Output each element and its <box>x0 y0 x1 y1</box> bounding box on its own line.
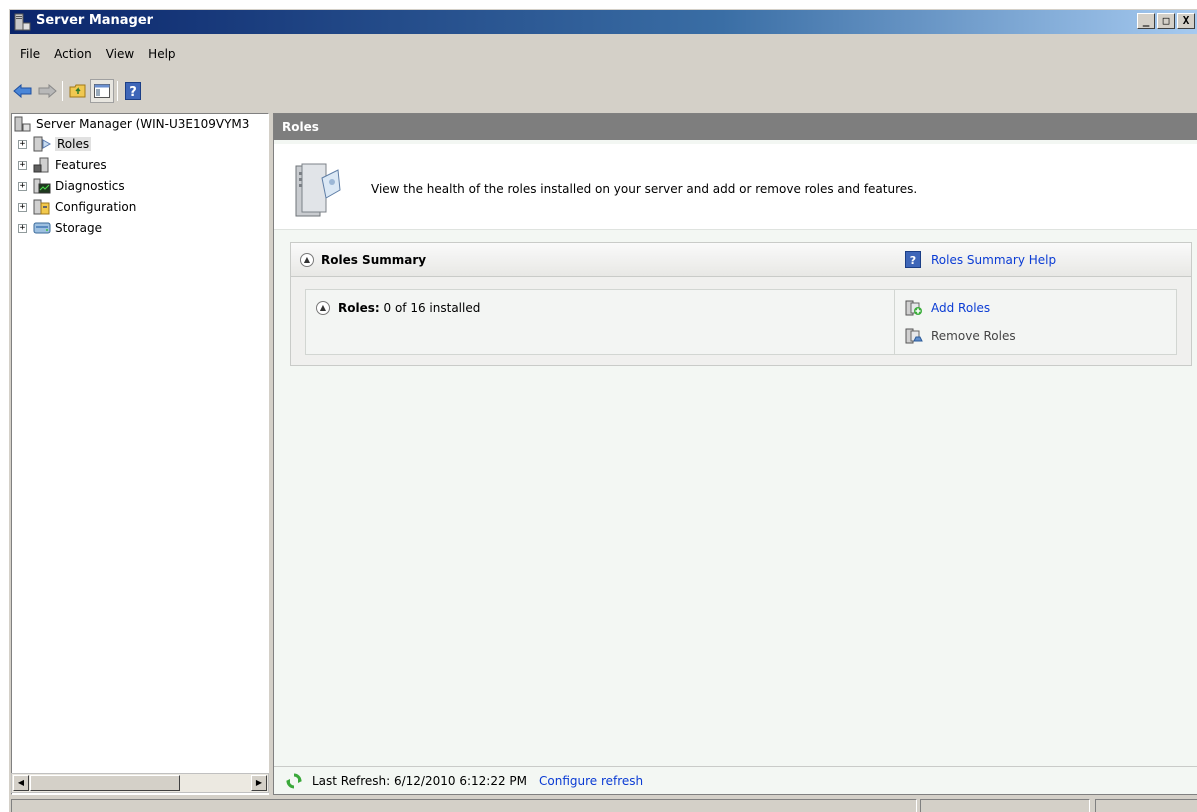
expand-icon[interactable]: + <box>18 202 27 212</box>
server-roles-icon <box>295 163 341 217</box>
help-icon: ? <box>125 82 141 100</box>
features-icon <box>33 157 49 173</box>
tree-item-features[interactable]: + Features <box>18 157 107 173</box>
tree-item-label: Diagnostics <box>55 179 125 193</box>
expand-icon[interactable]: + <box>18 223 27 233</box>
close-button[interactable]: X <box>1177 13 1195 29</box>
toolbar-separator <box>117 81 118 101</box>
help-icon: ? <box>905 251 921 268</box>
add-roles-icon <box>905 300 922 316</box>
configure-refresh-link[interactable]: Configure refresh <box>539 774 643 788</box>
collapse-icon[interactable]: ▲ <box>316 301 330 315</box>
roles-summary-header: ▲ Roles Summary ? Roles Summary Help <box>291 243 1191 277</box>
status-panel <box>11 799 917 812</box>
diagnostics-icon <box>33 178 51 194</box>
status-panel <box>1095 799 1197 812</box>
refresh-footer: Last Refresh: 6/12/2010 6:12:22 PM Confi… <box>274 766 1197 794</box>
tree-horizontal-scrollbar[interactable]: ◀ ▶ <box>11 773 269 793</box>
show-hide-tree-icon <box>94 84 110 98</box>
intro-description: View the health of the roles installed o… <box>371 182 918 196</box>
menu-file[interactable]: File <box>13 47 47 61</box>
scroll-thumb[interactable] <box>30 775 180 791</box>
svg-text:?: ? <box>129 85 137 100</box>
roles-summary-title: Roles Summary <box>321 253 427 267</box>
window-controls: _ □ X <box>1137 13 1195 29</box>
window-title: Server Manager <box>36 13 154 28</box>
last-refresh-text: Last Refresh: 6/12/2010 6:12:22 PM <box>312 773 527 788</box>
server-manager-icon <box>14 116 31 132</box>
roles-count-panel: ▲ Roles: 0 of 16 installed Add Roles Rem… <box>305 289 1177 355</box>
forward-icon <box>38 84 57 98</box>
refresh-icon[interactable] <box>286 773 302 789</box>
roles-summary-help-link[interactable]: ? Roles Summary Help <box>905 251 1056 268</box>
add-roles-label: Add Roles <box>931 301 991 315</box>
help-button[interactable]: ? <box>121 79 145 103</box>
server-manager-icon <box>14 13 31 31</box>
minimize-button[interactable]: _ <box>1137 13 1155 29</box>
roles-summary-help-label: Roles Summary Help <box>931 252 1057 267</box>
roles-count: Roles: 0 of 16 installed <box>338 301 480 315</box>
scroll-right-icon[interactable]: ▶ <box>251 775 267 791</box>
roles-summary-section: ▲ Roles Summary ? Roles Summary Help ▲ R… <box>290 242 1192 366</box>
tree-item-storage[interactable]: + Storage <box>18 220 102 236</box>
menu-help[interactable]: Help <box>141 47 182 61</box>
remove-roles-link[interactable]: Remove Roles <box>905 328 1016 344</box>
roles-icon <box>33 136 51 152</box>
pane-header: Roles <box>274 114 1197 140</box>
menu-action[interactable]: Action <box>47 47 99 61</box>
toolbar-separator <box>62 81 63 101</box>
tree-root[interactable]: Server Manager (WIN-U3E109VYM3 <box>14 116 249 132</box>
tree-item-label: Configuration <box>55 200 137 214</box>
roles-count-value: 0 of 16 installed <box>383 301 481 315</box>
expand-icon[interactable]: + <box>18 181 27 191</box>
tree-item-label: Roles <box>55 137 92 151</box>
tree-root-label: Server Manager (WIN-U3E109VYM3 <box>36 117 250 131</box>
forward-button[interactable] <box>35 79 59 103</box>
expand-icon[interactable]: + <box>18 160 27 170</box>
tree-item-roles[interactable]: + Roles <box>18 136 92 152</box>
show-hide-tree-button[interactable] <box>90 79 114 103</box>
remove-roles-label: Remove Roles <box>931 329 1016 343</box>
roles-actions: Add Roles Remove Roles <box>894 290 1178 354</box>
up-folder-button[interactable] <box>66 79 90 103</box>
intro-banner: View the health of the roles installed o… <box>274 144 1197 230</box>
storage-icon <box>33 222 51 234</box>
status-bar <box>9 795 1197 812</box>
status-panel <box>920 799 1090 812</box>
back-icon <box>13 84 32 98</box>
details-pane: Roles View the health of the roles insta… <box>273 113 1197 795</box>
scroll-left-icon[interactable]: ◀ <box>13 775 29 791</box>
expand-icon[interactable]: + <box>18 139 27 149</box>
tree-item-diagnostics[interactable]: + Diagnostics <box>18 178 125 194</box>
up-folder-icon <box>69 84 86 98</box>
menu-bar: File Action View Help <box>13 39 183 69</box>
add-roles-link[interactable]: Add Roles <box>905 300 990 316</box>
menu-view[interactable]: View <box>99 47 141 61</box>
configuration-icon <box>33 199 50 215</box>
tree-item-configuration[interactable]: + Configuration <box>18 199 136 215</box>
remove-roles-icon <box>905 328 923 344</box>
back-button[interactable] <box>11 79 35 103</box>
collapse-icon[interactable]: ▲ <box>300 253 314 267</box>
title-bar[interactable]: Server Manager _ □ X <box>10 10 1197 34</box>
console-tree: Server Manager (WIN-U3E109VYM3 + Roles +… <box>11 113 269 795</box>
maximize-button[interactable]: □ <box>1157 13 1175 29</box>
server-manager-window: Server Manager _ □ X File Action View He… <box>8 8 1197 812</box>
toolbar: ? <box>11 77 145 105</box>
tree-item-label: Storage <box>55 221 102 235</box>
tree-item-label: Features <box>55 158 107 172</box>
roles-count-label: Roles: <box>338 301 380 315</box>
